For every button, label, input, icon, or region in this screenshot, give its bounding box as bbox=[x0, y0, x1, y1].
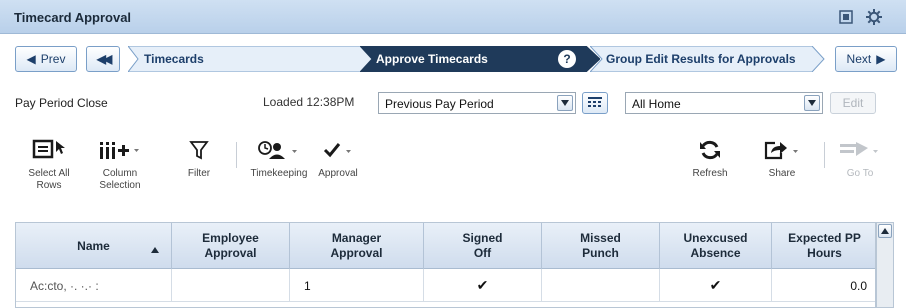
share-button[interactable]: Share bbox=[758, 132, 806, 180]
loaded-time: Loaded 12:38PM bbox=[263, 95, 355, 109]
unexcused-absence-check-icon: ✔ bbox=[660, 269, 772, 302]
filter-button[interactable]: Filter bbox=[182, 132, 216, 180]
pay-period-label: Pay Period Close bbox=[15, 96, 108, 110]
go-to-button[interactable]: Go To bbox=[834, 132, 886, 180]
pay-period-bar: Pay Period Close Loaded 12:38PM Previous… bbox=[0, 88, 906, 118]
table-row-partial bbox=[16, 303, 875, 307]
column-header-name[interactable]: Name bbox=[16, 223, 172, 269]
restore-icon[interactable] bbox=[836, 7, 856, 27]
approval-button[interactable]: Approval bbox=[312, 132, 364, 180]
triangle-left-icon: ◀ bbox=[26, 52, 36, 66]
timekeeping-icon bbox=[256, 132, 302, 168]
window-title: Timecard Approval bbox=[14, 10, 132, 25]
toolbar-divider bbox=[824, 142, 825, 168]
column-header-missed-punch[interactable]: Missed Punch bbox=[542, 223, 660, 269]
column-header-unexcused-absence[interactable]: Unexcused Absence bbox=[660, 223, 772, 269]
scroll-up-icon[interactable] bbox=[878, 224, 892, 238]
share-icon bbox=[762, 132, 802, 168]
chevron-down-icon bbox=[804, 95, 820, 111]
chevron-down-icon bbox=[557, 95, 573, 111]
breadcrumb-step-timecards[interactable]: Timecards bbox=[128, 46, 376, 72]
select-all-rows-button[interactable]: Select All Rows bbox=[22, 132, 76, 192]
next-button[interactable]: Next ▶ bbox=[835, 46, 897, 72]
column-selection-button[interactable]: Column Selection bbox=[92, 132, 148, 192]
sort-ascending-icon bbox=[151, 242, 159, 257]
checkmark-icon bbox=[321, 132, 355, 168]
breadcrumb: ◀ Prev ◀◀ Timecards Approve Timecards ? … bbox=[0, 34, 906, 88]
timekeeping-button[interactable]: Timekeeping bbox=[244, 132, 314, 180]
title-bar: Timecard Approval bbox=[0, 0, 906, 34]
help-icon[interactable]: ? bbox=[558, 50, 576, 68]
column-header-manager-approval[interactable]: Manager Approval bbox=[290, 223, 424, 269]
edit-button[interactable]: Edit bbox=[830, 92, 876, 114]
toolbar-divider bbox=[236, 142, 237, 168]
column-selection-icon bbox=[98, 132, 142, 168]
cell-missed-punch bbox=[542, 269, 660, 302]
location-select[interactable]: All Home bbox=[625, 92, 823, 114]
select-all-rows-icon bbox=[32, 132, 66, 168]
filter-icon bbox=[188, 132, 210, 168]
calendar-grid-icon bbox=[588, 96, 602, 110]
double-chevron-left-icon: ◀◀ bbox=[96, 52, 113, 66]
column-header-signed-off[interactable]: Signed Off bbox=[424, 223, 542, 269]
gear-icon[interactable] bbox=[864, 7, 884, 27]
column-header-expected-pp-hours[interactable]: Expected PP Hours bbox=[772, 223, 875, 269]
column-header-employee-approval[interactable]: Employee Approval bbox=[172, 223, 290, 269]
grid-header: Name Employee Approval Manager Approval … bbox=[16, 223, 875, 269]
refresh-button[interactable]: Refresh bbox=[688, 132, 732, 180]
rewind-button[interactable]: ◀◀ bbox=[86, 46, 120, 72]
timecard-grid: Name Employee Approval Manager Approval … bbox=[15, 222, 876, 308]
breadcrumb-step-group-edit-results[interactable]: Group Edit Results for Approvals bbox=[590, 46, 826, 72]
signed-off-check-icon: ✔ bbox=[424, 269, 542, 302]
calendar-grid-button[interactable] bbox=[582, 92, 608, 114]
cell-expected-pp-hours: 0.0 bbox=[850, 278, 867, 293]
cell-manager-approval: 1 bbox=[290, 269, 424, 302]
toolbar: Select All Rows Column Selection Filter bbox=[0, 132, 906, 208]
breadcrumb-step-approve-timecards[interactable]: Approve Timecards ? bbox=[360, 46, 600, 72]
pay-period-select[interactable]: Previous Pay Period bbox=[378, 92, 576, 114]
cell-name: Ac:cto, ·. ·.· : bbox=[16, 269, 172, 302]
refresh-icon bbox=[698, 132, 722, 168]
prev-button[interactable]: ◀ Prev bbox=[15, 46, 77, 72]
grid-scrollbar[interactable] bbox=[876, 222, 894, 308]
go-to-icon bbox=[838, 132, 882, 168]
cell-employee-approval bbox=[172, 269, 290, 302]
table-row[interactable]: Ac:cto, ·. ·.· : 1 ✔ ✔ 0.0 bbox=[16, 269, 875, 302]
triangle-right-icon: ▶ bbox=[876, 52, 886, 66]
